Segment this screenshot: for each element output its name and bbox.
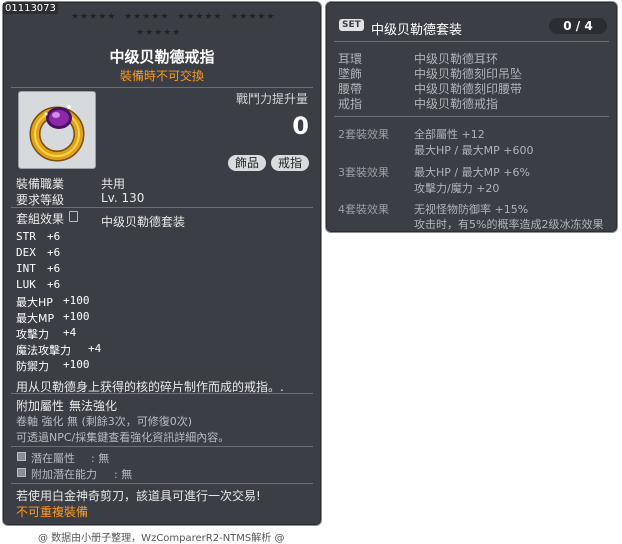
stat-name: LUK <box>16 278 36 291</box>
stat-value: +100 <box>63 310 90 323</box>
divider <box>11 393 313 394</box>
power-gain-label: 戰鬥力提升量 <box>236 92 309 106</box>
job-label: 裝備職業 <box>16 177 65 191</box>
add-potential-label: 附加潛在能力 <box>31 468 97 481</box>
scissors-note: 若使用白金神奇剪刀，該道具可進行一次交易! <box>16 489 261 503</box>
stat-name: STR <box>16 230 36 243</box>
extra-attr-value: 無法強化 <box>69 399 118 413</box>
stat-name: 攻擊力 <box>16 328 49 341</box>
trade-restriction: 裝備時不可交換 <box>119 69 204 83</box>
item-title: 中级贝勒德戒指 <box>109 48 215 66</box>
stat-value: +4 <box>88 342 102 355</box>
stat-name: 最大HP <box>16 296 53 309</box>
set-bonus-line: 全部屬性 +12 <box>414 128 485 141</box>
set-bonus-line: 无视怪物防御率 +15% <box>414 203 529 216</box>
stat-value: +100 <box>63 294 90 307</box>
item-icon-frame <box>18 91 96 169</box>
item-id: 01113073 <box>3 3 58 14</box>
category-tag: 飾品 <box>228 155 267 171</box>
stat-name: 最大MP <box>16 312 55 325</box>
divider <box>334 116 609 117</box>
set-bonus-label: 4套裝效果 <box>338 203 389 216</box>
divider <box>11 446 313 447</box>
stat-value: +4 <box>63 326 77 339</box>
footer-credit: @ 数据由小册子整理，WzComparerR2-NTMS解析 @ <box>38 533 285 544</box>
level-label: 要求等級 <box>16 193 65 207</box>
type-tag: 戒指 <box>271 155 310 171</box>
power-gain-value: 0 <box>292 112 309 140</box>
set-tooltip: SET 中级贝勒德套装 0 / 4 耳環 中级贝勒德耳环 墜飾 中级贝勒德刻印吊… <box>325 1 618 233</box>
set-bonus-line: 攻擊力/魔力 +20 <box>414 182 500 195</box>
divider <box>334 41 609 42</box>
potential-value: : 無 <box>91 452 110 465</box>
potential-label: 潛在屬性 <box>31 452 75 465</box>
set-bonus-line: 最大HP / 最大MP +600 <box>414 144 534 157</box>
level-value: Lv. 130 <box>101 191 145 205</box>
extra-attr-label: 附加屬性 <box>16 399 65 413</box>
set-bonus-label: 3套裝效果 <box>338 166 389 179</box>
stat-value: +6 <box>47 230 61 243</box>
add-potential-lock-icon <box>17 468 26 477</box>
star-rating-row-1: ★★★★★ ★★★★★ ★★★★★ ★★★★★ <box>71 12 276 22</box>
stat-value: +6 <box>47 262 61 275</box>
set-info-icon <box>69 211 78 222</box>
stat-value: +6 <box>47 278 61 291</box>
set-part-name: 中级贝勒德戒指 <box>414 97 499 111</box>
star-rating-row-2: ★★★★★ <box>136 28 182 38</box>
stat-name: INT <box>16 262 36 275</box>
stat-name: 魔法攻擊力 <box>16 344 71 357</box>
stat-name: DEX <box>16 246 36 259</box>
job-value: 共用 <box>101 177 126 191</box>
item-tooltip: 01113073 ★★★★★ ★★★★★ ★★★★★ ★★★★★ ★★★★★ 中… <box>2 1 322 526</box>
stat-value: +6 <box>47 246 61 259</box>
set-bonus-line: 攻击时，有5%的概率造成2级冰冻效果 <box>414 218 604 231</box>
set-name: 中级贝勒德套装 <box>371 23 463 38</box>
divider <box>11 207 313 208</box>
divider <box>11 87 313 88</box>
not-repeatable-note: 不可重複裝備 <box>16 505 89 519</box>
divider <box>11 483 313 484</box>
set-count: 0 / 4 <box>549 18 607 34</box>
set-effect-label: 套組效果 <box>16 212 65 226</box>
stat-name: 防禦力 <box>16 360 49 373</box>
add-potential-value: : 無 <box>114 468 133 481</box>
set-part-slot: 戒指 <box>338 97 363 111</box>
scroll-hint: 可透過NPC/採集鍵查看強化資訊詳細內容。 <box>16 431 230 444</box>
set-badge: SET <box>339 19 364 31</box>
set-bonus-label: 2套裝效果 <box>338 128 389 141</box>
stat-value: +100 <box>63 358 90 371</box>
set-effect-value: 中级贝勒德套装 <box>101 215 186 229</box>
potential-lock-icon <box>17 452 26 461</box>
set-bonus-line: 最大HP / 最大MP +6% <box>414 166 530 179</box>
ring-icon <box>29 105 85 162</box>
scroll-info: 卷軸 強化 無 (剩餘3次，可修復0次) <box>16 415 193 428</box>
